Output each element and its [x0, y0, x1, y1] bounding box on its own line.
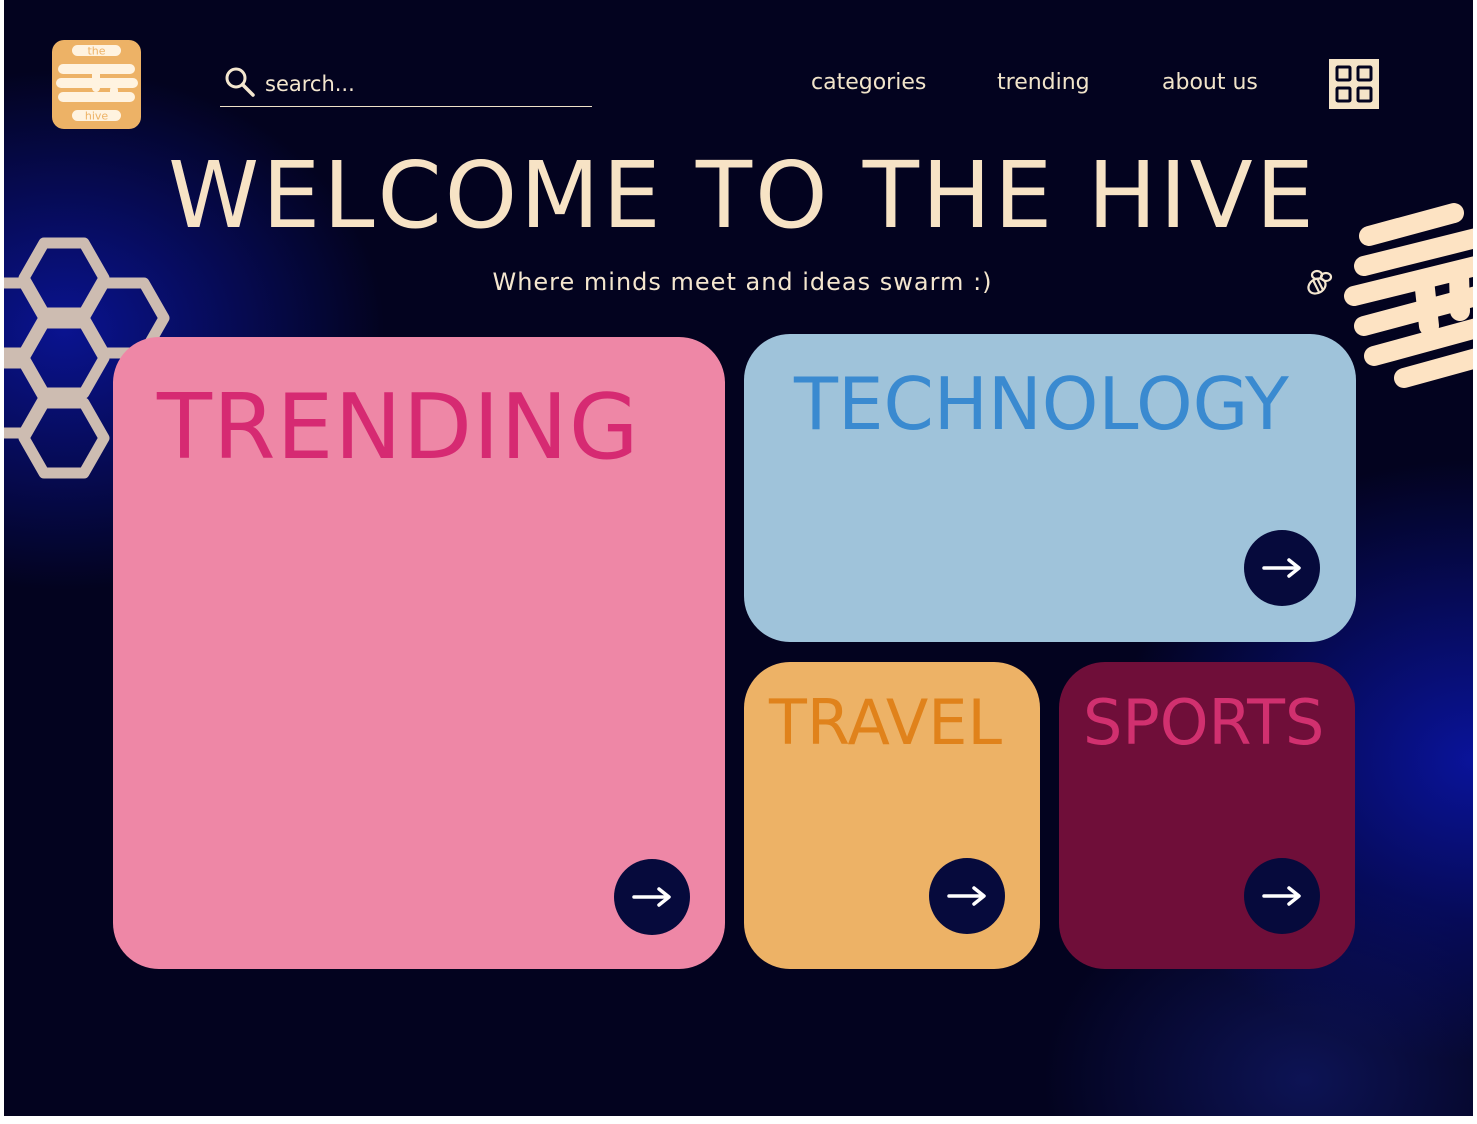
arrow-right-icon [1262, 558, 1301, 578]
card-trending[interactable]: TRENDING [113, 337, 725, 969]
card-title-trending: TRENDING [157, 375, 640, 480]
search-icon [225, 67, 255, 97]
search-input[interactable]: search... [265, 72, 355, 96]
card-title-travel: TRAVEL [769, 686, 1003, 759]
logo-icon: the hive [52, 40, 141, 129]
card-technology[interactable]: TECHNOLOGY [744, 334, 1356, 642]
arrow-right-icon [632, 887, 671, 907]
arrow-right-icon [947, 886, 986, 906]
hero-title: WELCOME TO THE HIVE [168, 142, 1317, 249]
grid-menu-icon[interactable] [1329, 59, 1379, 109]
travel-open-button[interactable] [929, 858, 1005, 934]
arrow-right-icon [1262, 886, 1301, 906]
nav-link-categories[interactable]: categories [811, 70, 926, 95]
card-sports[interactable]: SPORTS [1059, 662, 1355, 969]
logo[interactable]: the hive [52, 40, 141, 129]
search-bar[interactable]: search... [220, 64, 592, 107]
nav-link-trending[interactable]: trending [997, 70, 1090, 95]
card-title-sports: SPORTS [1083, 686, 1325, 759]
technology-open-button[interactable] [1244, 530, 1320, 606]
logo-top-text: the [87, 45, 105, 58]
nav-link-about-us[interactable]: about us [1162, 70, 1258, 95]
bee-icon [1307, 269, 1333, 295]
logo-bottom-text: hive [85, 110, 109, 123]
card-title-technology: TECHNOLOGY [794, 362, 1289, 446]
sports-open-button[interactable] [1244, 858, 1320, 934]
page-frame: the hive search... categories trending a… [4, 0, 1473, 1116]
hero-subtitle: Where minds meet and ideas swarm :) [492, 268, 993, 296]
trending-open-button[interactable] [614, 859, 690, 935]
card-travel[interactable]: TRAVEL [744, 662, 1040, 969]
